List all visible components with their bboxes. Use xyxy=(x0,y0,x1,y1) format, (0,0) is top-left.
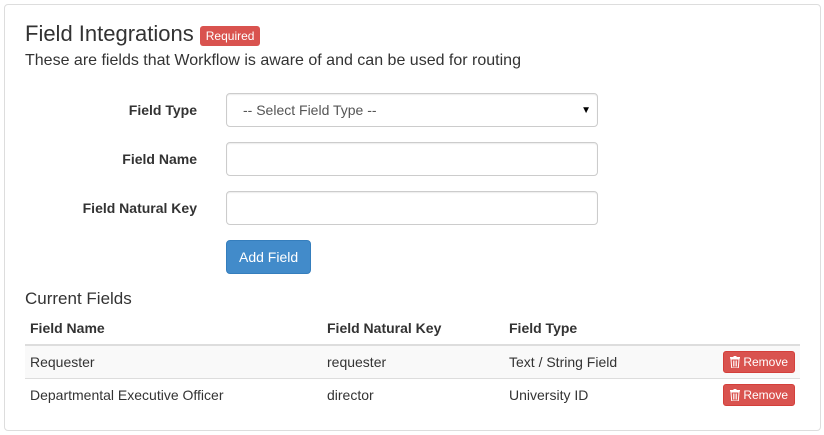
table-row: Departmental Executive Officer director … xyxy=(25,377,800,411)
field-name-label: Field Name xyxy=(122,151,197,167)
field-integrations-panel: Field Integrations Required These are fi… xyxy=(4,4,821,431)
trash-icon xyxy=(730,388,741,401)
current-fields-title: Current Fields xyxy=(25,289,132,308)
table-row: Requester requester Text / String Field xyxy=(25,344,800,378)
cell-field-type: University ID xyxy=(504,377,714,411)
field-type-label: Field Type xyxy=(128,102,197,118)
cell-field-name: Departmental Executive Officer xyxy=(25,377,322,411)
panel-description: These are fields that Workflow is aware … xyxy=(25,52,521,69)
field-type-selected-value: -- Select Field Type -- xyxy=(243,102,377,118)
caret-down-icon: ▼ xyxy=(581,104,591,116)
remove-button[interactable]: Remove xyxy=(723,350,795,373)
panel-title: Field Integrations xyxy=(25,21,194,46)
column-header-actions xyxy=(714,312,800,346)
remove-label: Remove xyxy=(743,354,788,369)
field-name-input[interactable] xyxy=(226,142,598,176)
cell-actions: Remove xyxy=(714,344,800,378)
cell-field-natural-key: director xyxy=(322,377,504,411)
field-type-row: Field Type -- Select Field Type -- ▼ xyxy=(5,93,705,127)
cell-field-natural-key: requester xyxy=(322,344,504,378)
add-field-button[interactable]: Add Field xyxy=(226,240,312,274)
cell-field-type: Text / String Field xyxy=(504,344,714,378)
required-badge: Required xyxy=(199,25,261,46)
panel-header: Field Integrations Required xyxy=(25,19,261,49)
table-header-row: Field Name Field Natural Key Field Type xyxy=(25,312,800,346)
field-natural-key-row: Field Natural Key xyxy=(5,191,705,225)
field-natural-key-input[interactable] xyxy=(226,191,598,225)
remove-label: Remove xyxy=(743,387,788,402)
field-natural-key-label: Field Natural Key xyxy=(82,200,197,216)
column-header-field-name: Field Name xyxy=(25,312,322,346)
field-name-row: Field Name xyxy=(5,142,705,176)
cell-actions: Remove xyxy=(714,377,800,411)
column-header-field-type: Field Type xyxy=(504,312,714,346)
remove-button[interactable]: Remove xyxy=(723,383,795,406)
column-header-field-natural-key: Field Natural Key xyxy=(322,312,504,346)
trash-icon xyxy=(730,355,741,368)
field-type-select[interactable]: -- Select Field Type -- ▼ xyxy=(226,93,598,127)
cell-field-name: Requester xyxy=(25,344,322,378)
current-fields-table: Field Name Field Natural Key Field Type … xyxy=(25,312,800,411)
